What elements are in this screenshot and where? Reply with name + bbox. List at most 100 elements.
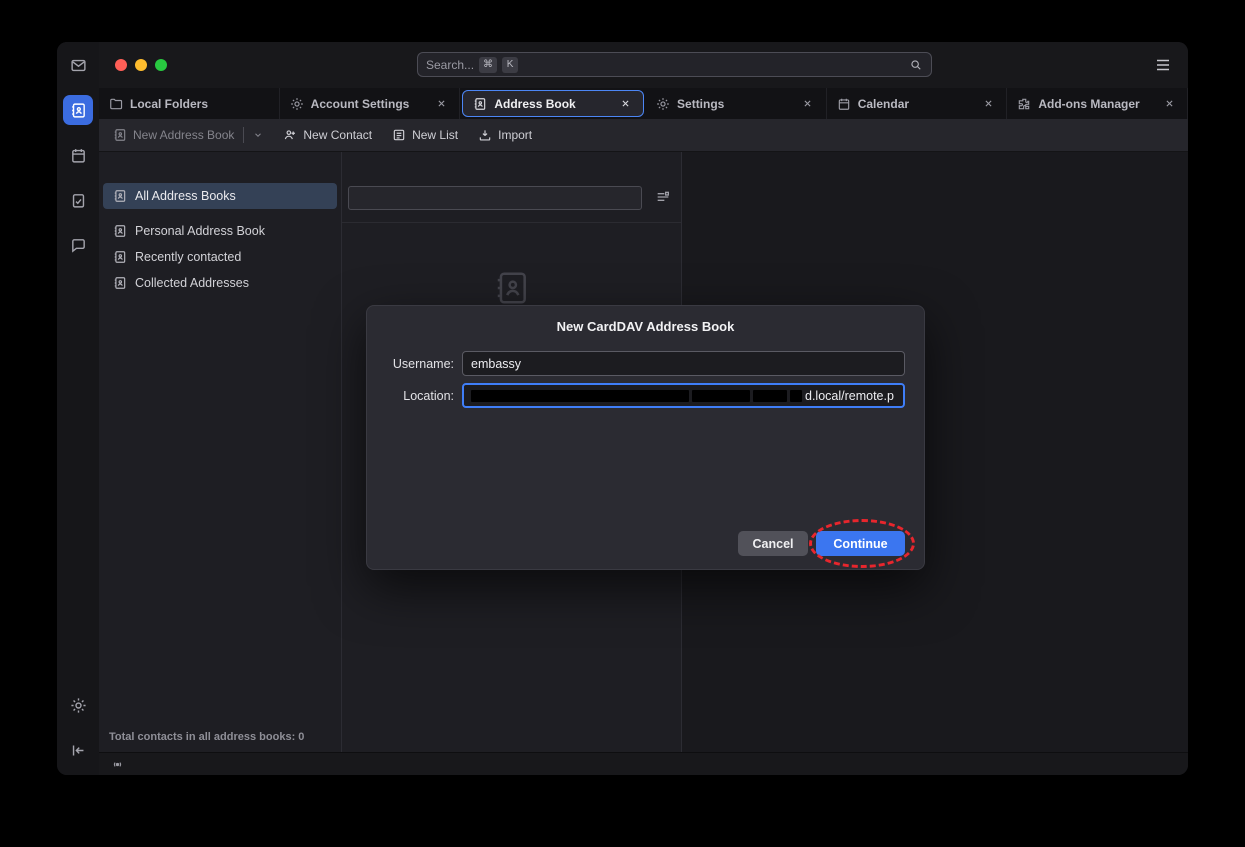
sidebar-item-label: Personal Address Book	[135, 224, 265, 238]
new-list-icon	[392, 128, 406, 142]
tab-close-button[interactable]	[800, 96, 816, 112]
tab-label: Calendar	[858, 97, 974, 111]
traffic-lights	[115, 59, 167, 71]
sidebar-item-recently-contacted[interactable]: Recently contacted	[103, 244, 337, 270]
import-label: Import	[498, 128, 532, 142]
desktop: { "titlebar": { "search_placeholder": "S…	[0, 0, 1245, 847]
dialog-title: New CardDAV Address Book	[386, 319, 905, 334]
address-book-icon	[473, 97, 487, 111]
continue-button[interactable]: Continue	[816, 531, 905, 556]
display-options-icon	[655, 189, 671, 205]
folder-icon	[109, 97, 123, 111]
tab-account-settings[interactable]: Account Settings	[280, 88, 461, 119]
address-book-toolbar: New Address Book New Contact New List	[99, 119, 1188, 152]
new-address-book-button[interactable]: New Address Book	[113, 127, 263, 143]
address-book-icon	[113, 276, 127, 290]
tab-label: Add-ons Manager	[1038, 97, 1154, 111]
username-row: Username:	[386, 351, 905, 376]
app-menu-button[interactable]	[1154, 56, 1172, 74]
tab-close-button[interactable]	[433, 96, 449, 112]
puzzle-icon	[1017, 97, 1031, 111]
space-settings-button[interactable]	[63, 690, 93, 720]
contacts-search-input[interactable]	[348, 186, 642, 210]
k-key-badge: K	[502, 57, 518, 73]
location-visible-text: d.local/remote.p	[805, 389, 894, 403]
close-icon	[437, 99, 446, 108]
tab-close-button[interactable]	[1161, 96, 1177, 112]
gear-icon	[290, 97, 304, 111]
calendar-icon	[70, 147, 87, 164]
window-zoom-button[interactable]	[155, 59, 167, 71]
search-placeholder: Search...	[426, 58, 474, 72]
collapse-spaces-button[interactable]	[63, 735, 93, 765]
close-icon	[621, 99, 630, 108]
username-input[interactable]	[462, 351, 905, 376]
address-book-icon	[493, 269, 531, 307]
username-label: Username:	[386, 357, 454, 371]
space-chat-button[interactable]	[63, 230, 93, 260]
tab-label: Account Settings	[311, 97, 427, 111]
new-contact-icon	[283, 128, 297, 142]
total-contacts-status: Total contacts in all address books: 0	[109, 731, 304, 743]
toolbar-divider	[243, 127, 244, 143]
sidebar-item-collected-addresses[interactable]: Collected Addresses	[103, 270, 337, 296]
redaction-bar	[753, 390, 787, 402]
address-book-icon	[113, 128, 127, 142]
tab-label: Local Folders	[130, 97, 269, 111]
address-book-icon	[113, 224, 127, 238]
empty-contacts-placeholder	[493, 269, 531, 307]
new-carddav-dialog: New CardDAV Address Book Username: Locat…	[366, 305, 925, 570]
space-address-book-button[interactable]	[63, 95, 93, 125]
tab-address-book[interactable]: Address Book	[462, 90, 644, 117]
tab-settings[interactable]: Settings	[646, 88, 827, 119]
display-options-button[interactable]	[655, 189, 671, 205]
window-minimize-button[interactable]	[135, 59, 147, 71]
redaction-bar	[790, 390, 802, 402]
calendar-icon	[837, 97, 851, 111]
collapse-icon	[70, 742, 87, 759]
global-search-bar[interactable]: Search... ⌘ K	[417, 52, 932, 77]
space-calendar-button[interactable]	[63, 140, 93, 170]
tab-addons-manager[interactable]: Add-ons Manager	[1007, 88, 1188, 119]
new-contact-button[interactable]: New Contact	[283, 128, 372, 142]
sidebar-item-label: Recently contacted	[135, 250, 241, 264]
space-mail-button[interactable]	[63, 50, 93, 80]
address-books-sidebar: All Address Books Personal Address Book …	[99, 152, 342, 752]
new-list-button[interactable]: New List	[392, 128, 458, 142]
cancel-button[interactable]: Cancel	[738, 531, 808, 556]
tab-calendar[interactable]: Calendar	[827, 88, 1008, 119]
network-status-icon[interactable]	[110, 757, 125, 772]
contacts-list-header	[342, 152, 681, 223]
close-icon	[1165, 99, 1174, 108]
chat-icon	[70, 237, 87, 254]
hamburger-icon	[1154, 56, 1172, 74]
redaction-bar	[692, 390, 750, 402]
location-row: Location: d.local/remote.p	[386, 383, 905, 408]
import-button[interactable]: Import	[478, 128, 532, 142]
new-address-book-label: New Address Book	[133, 128, 234, 142]
close-icon	[803, 99, 812, 108]
tab-close-button[interactable]	[617, 96, 633, 112]
chevron-down-icon[interactable]	[253, 130, 263, 140]
location-input[interactable]: d.local/remote.p	[462, 383, 905, 408]
tab-close-button[interactable]	[980, 96, 996, 112]
sidebar-item-label: Collected Addresses	[135, 276, 249, 290]
redaction-bar	[471, 390, 689, 402]
dialog-buttons: Cancel Continue	[386, 531, 905, 556]
new-list-label: New List	[412, 128, 458, 142]
sidebar-item-personal-address-book[interactable]: Personal Address Book	[103, 218, 337, 244]
sidebar-item-all-address-books[interactable]: All Address Books	[103, 183, 337, 209]
import-icon	[478, 128, 492, 142]
tab-label: Address Book	[494, 97, 610, 111]
tasks-icon	[70, 192, 87, 209]
app-window: Search... ⌘ K Local Folders	[57, 42, 1188, 775]
mail-icon	[70, 57, 87, 74]
tab-label: Settings	[677, 97, 793, 111]
space-tasks-button[interactable]	[63, 185, 93, 215]
tab-local-folders[interactable]: Local Folders	[99, 88, 280, 119]
address-book-icon	[113, 250, 127, 264]
sidebar-item-label: All Address Books	[135, 189, 236, 203]
new-contact-label: New Contact	[303, 128, 372, 142]
gear-icon	[656, 97, 670, 111]
window-close-button[interactable]	[115, 59, 127, 71]
